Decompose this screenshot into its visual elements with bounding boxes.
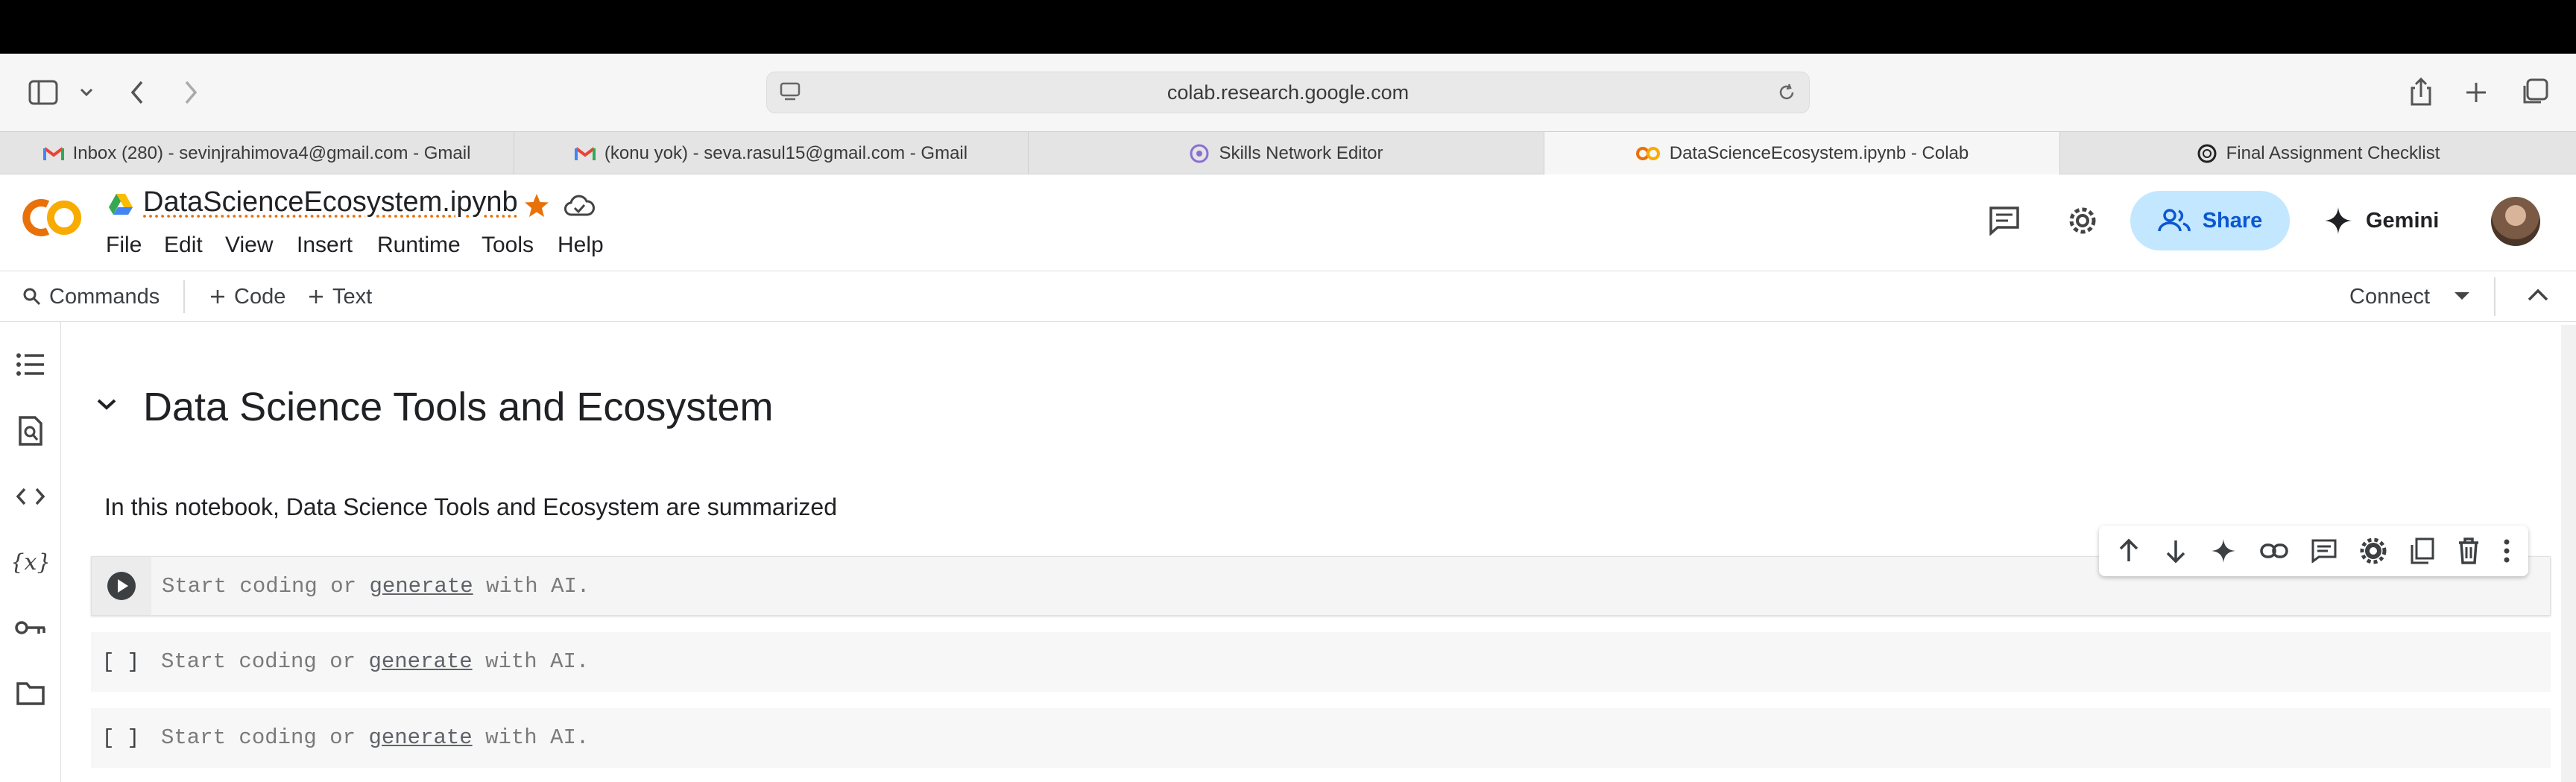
- skills-network-icon: [1189, 143, 1210, 164]
- forward-icon[interactable]: [176, 78, 206, 107]
- table-of-contents-icon[interactable]: [13, 347, 48, 382]
- menu-tools[interactable]: Tools: [482, 233, 534, 258]
- delete-trash-icon[interactable]: [2457, 537, 2480, 564]
- run-cell-icon[interactable]: [107, 571, 136, 601]
- plus-icon: [307, 288, 325, 306]
- toolbar-divider: [183, 280, 185, 313]
- settings-gear-icon[interactable]: [2066, 204, 2099, 237]
- tab-gmail-inbox[interactable]: Inbox (280) - sevinjrahimova4@gmail.com …: [0, 132, 514, 174]
- notebook-title[interactable]: DataScienceEcosystem.ipynb: [143, 186, 518, 218]
- tab-bar: Inbox (280) - sevinjrahimova4@gmail.com …: [0, 131, 2576, 174]
- google-drive-icon: [107, 192, 134, 216]
- mirror-cell-icon[interactable]: [2411, 537, 2434, 564]
- connect-button[interactable]: Connect: [2349, 271, 2430, 322]
- tab-gmail-konu-yok[interactable]: (konu yok) - seva.rasul15@gmail.com - Gm…: [514, 132, 1029, 174]
- chevron-down-icon[interactable]: [72, 78, 101, 107]
- connect-dropdown-icon[interactable]: [2452, 289, 2472, 303]
- code-input[interactable]: Start coding or generate with AI.: [161, 632, 589, 692]
- scrollbar[interactable]: [2561, 325, 2576, 782]
- code-cell[interactable]: [ ] Start coding or generate with AI.: [91, 708, 2551, 768]
- star-icon[interactable]: [523, 192, 550, 219]
- comment-icon[interactable]: [2311, 539, 2337, 563]
- avatar[interactable]: [2491, 197, 2540, 246]
- cell-toolbar: [2099, 526, 2528, 576]
- menu-file[interactable]: File: [106, 233, 142, 258]
- menu-edit[interactable]: Edit: [164, 233, 203, 258]
- colab-logo[interactable]: [18, 195, 85, 240]
- menu-runtime[interactable]: Runtime: [377, 233, 461, 258]
- cell-settings-gear-icon[interactable]: [2360, 537, 2387, 564]
- svg-text:{x}: {x}: [13, 549, 48, 576]
- code-cell[interactable]: [ ] Start coding or generate with AI.: [91, 632, 2551, 692]
- menu-help[interactable]: Help: [558, 233, 604, 258]
- section-collapse-chevron-icon[interactable]: [95, 397, 118, 412]
- comment-icon[interactable]: [1989, 206, 2020, 236]
- move-up-arrow-icon[interactable]: [2117, 538, 2141, 564]
- generate-link[interactable]: generate: [368, 725, 472, 750]
- code-snippets-icon[interactable]: [13, 479, 48, 514]
- generate-link[interactable]: generate: [369, 574, 473, 599]
- colab-icon: [1635, 146, 1661, 161]
- cell-prompt[interactable]: [ ]: [91, 708, 151, 768]
- people-icon: [2157, 209, 2191, 233]
- tab-overview-icon[interactable]: [2519, 78, 2549, 107]
- share-page-icon[interactable]: [2406, 78, 2436, 107]
- generate-link[interactable]: generate: [368, 649, 472, 674]
- find-replace-icon[interactable]: [13, 414, 48, 448]
- sidebar-toggle-icon[interactable]: [28, 78, 58, 107]
- markdown-heading: Data Science Tools and Ecosystem: [143, 385, 774, 429]
- menu-view[interactable]: View: [225, 233, 273, 258]
- tab-skills-network-editor[interactable]: Skills Network Editor: [1029, 132, 1544, 174]
- toolbar-divider: [2494, 277, 2496, 316]
- cell-gutter: [92, 557, 151, 615]
- cloud-saved-icon[interactable]: [564, 194, 595, 218]
- gemini-button[interactable]: Gemini: [2324, 206, 2439, 236]
- commands-button[interactable]: Commands: [22, 271, 160, 322]
- markdown-description: In this notebook, Data Science Tools and…: [104, 494, 838, 520]
- variables-icon[interactable]: {x}: [13, 545, 48, 579]
- system-top-bar: [0, 0, 2576, 54]
- address-bar[interactable]: colab.research.google.com: [766, 72, 1810, 113]
- share-button[interactable]: Share: [2130, 191, 2290, 250]
- search-icon: [22, 287, 42, 306]
- gemini-sparkle-icon[interactable]: [2211, 538, 2236, 564]
- tab-colab-notebook[interactable]: DataScienceEcosystem.ipynb - Colab: [1544, 132, 2060, 174]
- tab-final-assignment-checklist[interactable]: Final Assignment Checklist: [2060, 132, 2576, 174]
- code-input[interactable]: Start coding or generate with AI.: [161, 708, 589, 768]
- url-text: colab.research.google.com: [1167, 81, 1409, 104]
- plus-icon: [209, 288, 227, 306]
- collapse-header-icon[interactable]: [2527, 288, 2549, 303]
- cell-prompt[interactable]: [ ]: [91, 632, 151, 692]
- add-text-cell-button[interactable]: Text: [307, 271, 372, 322]
- add-code-cell-button[interactable]: Code: [209, 271, 285, 322]
- reload-icon[interactable]: [1776, 82, 1797, 103]
- gemini-sparkle-icon: [2324, 206, 2352, 235]
- link-icon[interactable]: [2259, 542, 2288, 560]
- menu-insert[interactable]: Insert: [297, 233, 353, 258]
- more-options-icon[interactable]: [2503, 538, 2510, 564]
- gmail-icon: [42, 145, 64, 162]
- gmail-icon: [574, 145, 596, 162]
- back-icon[interactable]: [122, 78, 152, 107]
- notebook-toolbar: [0, 271, 2576, 322]
- chatgpt-icon: [2197, 143, 2217, 164]
- code-input[interactable]: Start coding or generate with AI.: [162, 557, 590, 617]
- secrets-key-icon[interactable]: [13, 611, 48, 645]
- new-tab-icon[interactable]: [2461, 78, 2491, 107]
- move-down-arrow-icon[interactable]: [2164, 538, 2188, 564]
- files-folder-icon[interactable]: [13, 676, 48, 710]
